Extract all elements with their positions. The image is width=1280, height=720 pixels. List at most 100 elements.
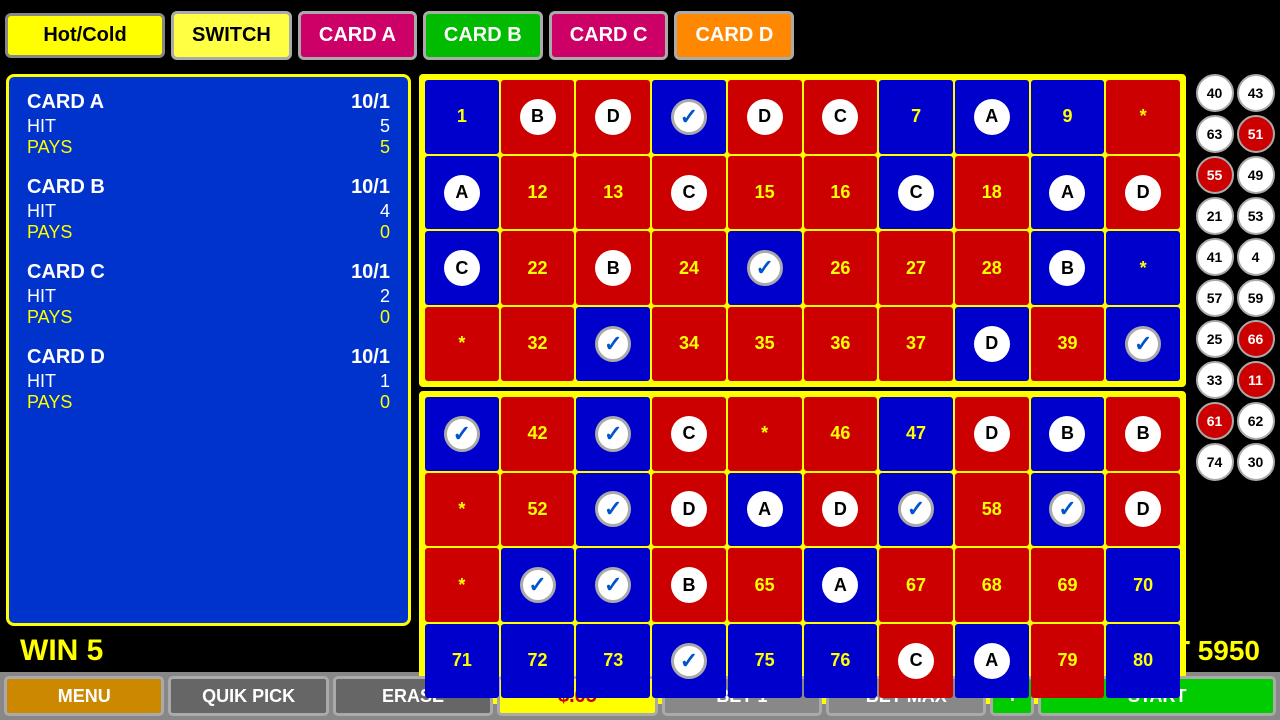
cell-check43[interactable]: ✓ xyxy=(576,397,650,471)
cell-71[interactable]: 71 xyxy=(425,624,499,698)
cell-B4[interactable]: B xyxy=(1031,397,1105,471)
card-c-tab[interactable]: CARD C xyxy=(549,11,669,60)
cell-check57[interactable]: ✓ xyxy=(879,473,953,547)
cell-C5[interactable]: C xyxy=(652,397,726,471)
card-c-pays-label: PAYS xyxy=(27,307,72,328)
cell-79[interactable]: 79 xyxy=(1031,624,1105,698)
cell-star5[interactable]: * xyxy=(425,473,499,547)
cell-B3[interactable]: B xyxy=(1031,231,1105,305)
card-a-tab[interactable]: CARD A xyxy=(298,11,417,60)
cell-73[interactable]: 73 xyxy=(576,624,650,698)
cell-46[interactable]: 46 xyxy=(804,397,878,471)
cell-13[interactable]: 13 xyxy=(576,156,650,230)
cell-22[interactable]: 22 xyxy=(501,231,575,305)
cell-A6[interactable]: A xyxy=(955,624,1029,698)
cell-check25[interactable]: ✓ xyxy=(728,231,802,305)
grid-area: 1 B D ✓ D C 7 A 9 * A 12 13 C 15 16 C 18… xyxy=(415,70,1190,630)
top-grid: 1 B D ✓ D C 7 A 9 * A 12 13 C 15 16 C 18… xyxy=(419,74,1186,387)
cell-star2[interactable]: * xyxy=(1106,231,1180,305)
cell-37[interactable]: 37 xyxy=(879,307,953,381)
hot-cold-button[interactable]: Hot/Cold xyxy=(5,13,165,58)
cell-75[interactable]: 75 xyxy=(728,624,802,698)
cell-A5[interactable]: A xyxy=(804,548,878,622)
cell-B2[interactable]: B xyxy=(576,231,650,305)
cell-check41[interactable]: ✓ xyxy=(425,397,499,471)
cell-39[interactable]: 39 xyxy=(1031,307,1105,381)
cell-check62[interactable]: ✓ xyxy=(501,548,575,622)
cell-35[interactable]: 35 xyxy=(728,307,802,381)
cell-check33[interactable]: ✓ xyxy=(576,307,650,381)
cell-D1[interactable]: D xyxy=(576,80,650,154)
quik-pick-button[interactable]: QUIK PICK xyxy=(168,676,328,716)
cell-72[interactable]: 72 xyxy=(501,624,575,698)
cell-1[interactable]: 1 xyxy=(425,80,499,154)
cell-52[interactable]: 52 xyxy=(501,473,575,547)
menu-button[interactable]: MENU xyxy=(4,676,164,716)
cell-D2[interactable]: D xyxy=(728,80,802,154)
cell-D6[interactable]: D xyxy=(652,473,726,547)
card-b-tab[interactable]: CARD B xyxy=(423,11,543,60)
cell-C6[interactable]: C xyxy=(879,624,953,698)
cell-69[interactable]: 69 xyxy=(1031,548,1105,622)
cell-12[interactable]: 12 xyxy=(501,156,575,230)
cell-check63[interactable]: ✓ xyxy=(576,548,650,622)
cell-check4[interactable]: ✓ xyxy=(652,80,726,154)
cell-9[interactable]: 9 xyxy=(1031,80,1105,154)
cell-67[interactable]: 67 xyxy=(879,548,953,622)
ball-63: 63 xyxy=(1196,115,1234,153)
switch-tab[interactable]: SWITCH xyxy=(171,11,292,60)
cell-B5[interactable]: B xyxy=(1106,397,1180,471)
cell-star1[interactable]: * xyxy=(1106,80,1180,154)
cell-C2[interactable]: C xyxy=(652,156,726,230)
cell-C1[interactable]: C xyxy=(804,80,878,154)
cell-36[interactable]: 36 xyxy=(804,307,878,381)
card-d-hit-label: HIT xyxy=(27,371,56,392)
cell-15[interactable]: 15 xyxy=(728,156,802,230)
cell-28[interactable]: 28 xyxy=(955,231,1029,305)
cell-A1[interactable]: A xyxy=(955,80,1029,154)
cell-42[interactable]: 42 xyxy=(501,397,575,471)
cell-star4[interactable]: * xyxy=(728,397,802,471)
cell-check59[interactable]: ✓ xyxy=(1031,473,1105,547)
ball-62: 62 xyxy=(1237,402,1275,440)
cell-32[interactable]: 32 xyxy=(501,307,575,381)
cell-76[interactable]: 76 xyxy=(804,624,878,698)
cell-34[interactable]: 34 xyxy=(652,307,726,381)
cell-26[interactable]: 26 xyxy=(804,231,878,305)
cell-A3[interactable]: A xyxy=(1031,156,1105,230)
cell-47[interactable]: 47 xyxy=(879,397,953,471)
cell-star3[interactable]: * xyxy=(425,307,499,381)
cell-18[interactable]: 18 xyxy=(955,156,1029,230)
cell-D4[interactable]: D xyxy=(955,307,1029,381)
card-d-hit-val: 1 xyxy=(380,371,390,392)
cell-7[interactable]: 7 xyxy=(879,80,953,154)
ball-row: 5549 xyxy=(1196,156,1275,194)
cell-C3[interactable]: C xyxy=(879,156,953,230)
card-b-stats: CARD B 10/1 HIT 4 PAYS 0 xyxy=(27,176,390,243)
cell-check74[interactable]: ✓ xyxy=(652,624,726,698)
ball-66: 66 xyxy=(1237,320,1275,358)
ball-55: 55 xyxy=(1196,156,1234,194)
cell-check40[interactable]: ✓ xyxy=(1106,307,1180,381)
cell-A2[interactable]: A xyxy=(425,156,499,230)
card-d-tab[interactable]: CARD D xyxy=(674,11,794,60)
bottom-grid: ✓ 42 ✓ C * 46 47 D B B * 52 ✓ D A D ✓ 58… xyxy=(419,391,1186,704)
cell-D5[interactable]: D xyxy=(955,397,1029,471)
cell-A4[interactable]: A xyxy=(728,473,802,547)
cell-D7[interactable]: D xyxy=(804,473,878,547)
cell-D3[interactable]: D xyxy=(1106,156,1180,230)
cell-27[interactable]: 27 xyxy=(879,231,953,305)
cell-70[interactable]: 70 xyxy=(1106,548,1180,622)
cell-B1[interactable]: B xyxy=(501,80,575,154)
cell-16[interactable]: 16 xyxy=(804,156,878,230)
cell-68[interactable]: 68 xyxy=(955,548,1029,622)
cell-65[interactable]: 65 xyxy=(728,548,802,622)
cell-B6[interactable]: B xyxy=(652,548,726,622)
cell-check53[interactable]: ✓ xyxy=(576,473,650,547)
cell-D8[interactable]: D xyxy=(1106,473,1180,547)
cell-58[interactable]: 58 xyxy=(955,473,1029,547)
cell-star6[interactable]: * xyxy=(425,548,499,622)
cell-C4[interactable]: C xyxy=(425,231,499,305)
cell-80[interactable]: 80 xyxy=(1106,624,1180,698)
cell-24[interactable]: 24 xyxy=(652,231,726,305)
